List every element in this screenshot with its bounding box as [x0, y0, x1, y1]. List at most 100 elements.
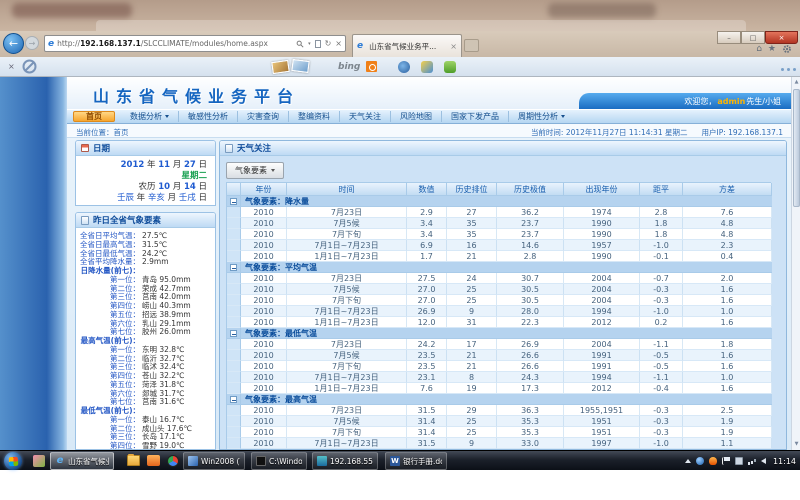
table-group-row[interactable]: 气象要素：最低气温: [227, 328, 770, 339]
new-tab-button[interactable]: [464, 39, 479, 52]
row-select-cell[interactable]: [227, 218, 241, 229]
collapse-icon[interactable]: [230, 396, 237, 403]
toolbar-addon-icon[interactable]: [444, 61, 456, 73]
close-button[interactable]: ×: [765, 31, 798, 44]
row-select-cell[interactable]: [227, 229, 241, 240]
row-select-cell[interactable]: [227, 361, 241, 372]
table-row[interactable]: 20107月23日24.21726.92004-1.11.8: [227, 339, 770, 350]
row-select-cell[interactable]: [227, 317, 241, 328]
table-row[interactable]: 20107月5候23.52126.61991-0.51.6: [227, 350, 770, 361]
table-row[interactable]: 20107月5候27.02530.52004-0.31.6: [227, 284, 770, 295]
browser-back-button[interactable]: ←: [3, 33, 24, 54]
row-select-cell[interactable]: [227, 284, 241, 295]
toolbar-overflow-icon[interactable]: [781, 68, 784, 71]
table-row[interactable]: 20101月1日~7月23日1.7212.81990-0.10.4: [227, 251, 770, 262]
row-select-cell[interactable]: [227, 416, 241, 427]
nav-item[interactable]: 风险地图: [391, 111, 442, 122]
taskbar-button[interactable]: C:\Windows\s...: [251, 452, 307, 470]
group-toggle-cell[interactable]: [227, 262, 241, 273]
tray-app-icon[interactable]: [696, 457, 704, 465]
nav-item[interactable]: 数据分析: [121, 111, 179, 122]
element-filter-button[interactable]: 气象要素: [226, 162, 284, 179]
nav-item[interactable]: 国家下发产品: [442, 111, 509, 122]
search-icon[interactable]: [296, 40, 304, 48]
table-header-cell[interactable]: 方差: [683, 183, 772, 196]
settings-gear-icon[interactable]: [782, 44, 792, 54]
row-select-cell[interactable]: [227, 427, 241, 438]
row-select-cell[interactable]: [227, 438, 241, 449]
tab-close-icon[interactable]: ×: [450, 42, 457, 51]
volume-icon[interactable]: [761, 458, 766, 464]
tab-title[interactable]: 山东省气候业务平...: [369, 41, 447, 52]
maximize-button[interactable]: □: [741, 31, 765, 44]
collapse-icon[interactable]: [230, 330, 237, 337]
bing-logo[interactable]: bing: [338, 62, 360, 72]
table-row[interactable]: 20107月下旬31.42535.31951-0.31.9: [227, 427, 770, 438]
nav-item[interactable]: 首页: [73, 111, 115, 122]
row-select-cell[interactable]: [227, 240, 241, 251]
row-select-cell[interactable]: [227, 273, 241, 284]
stop-icon[interactable]: ×: [335, 39, 342, 48]
row-select-cell[interactable]: [227, 339, 241, 350]
row-select-cell[interactable]: [227, 306, 241, 317]
toolbar-image-icon[interactable]: [291, 59, 309, 73]
table-row[interactable]: 20107月23日31.52936.31955,1951-0.32.5: [227, 405, 770, 416]
action-center-flag-icon[interactable]: [722, 457, 730, 465]
bing-app-icon[interactable]: [366, 61, 377, 72]
quick-launch-icon[interactable]: [33, 455, 45, 467]
nav-item[interactable]: 整编资料: [289, 111, 340, 122]
explorer-folder-icon[interactable]: [127, 455, 140, 466]
compatibility-view-icon[interactable]: [315, 40, 321, 48]
table-group-row[interactable]: 气象要素：平均气温: [227, 262, 770, 273]
collapse-icon[interactable]: [230, 264, 237, 271]
browser-forward-button[interactable]: →: [25, 36, 39, 50]
taskbar-clock[interactable]: 11:14: [771, 457, 796, 466]
toolbar-addon-icon[interactable]: [421, 61, 433, 73]
table-row[interactable]: 20107月5候31.42535.31951-0.31.9: [227, 416, 770, 427]
select-all-cell[interactable]: [227, 183, 241, 196]
addon-disabled-icon[interactable]: [22, 59, 37, 74]
scroll-down-icon[interactable]: ▼: [793, 440, 800, 449]
table-header-cell[interactable]: 数值: [407, 183, 447, 196]
table-group-row[interactable]: 气象要素：降水量: [227, 196, 770, 207]
display-icon[interactable]: [735, 457, 743, 465]
table-header-cell[interactable]: 历史极值: [497, 183, 564, 196]
show-hidden-icons-icon[interactable]: [685, 459, 691, 463]
nav-item[interactable]: 敏感性分析: [179, 111, 238, 122]
home-icon[interactable]: ⌂: [756, 44, 762, 54]
group-toggle-cell[interactable]: [227, 328, 241, 339]
taskbar-button[interactable]: Win2008 (VS2...: [183, 452, 245, 470]
refresh-icon[interactable]: ↻: [325, 39, 332, 48]
table-header-cell[interactable]: 历史排位: [447, 183, 497, 196]
addon-bar-close-icon[interactable]: ×: [8, 62, 15, 71]
row-select-cell[interactable]: [227, 372, 241, 383]
table-row[interactable]: 20107月23日2.92736.219742.87.6: [227, 207, 770, 218]
table-group-row[interactable]: 气象要素：最高气温: [227, 394, 770, 405]
table-row[interactable]: 20107月1日~7月23日23.1824.31994-1.11.0: [227, 372, 770, 383]
row-select-cell[interactable]: [227, 251, 241, 262]
url-text[interactable]: http://192.168.137.1/SLCCLIMATE/modules/…: [57, 39, 296, 48]
taskbar-button[interactable]: W银行手册.docx ...: [385, 452, 447, 470]
tray-app-icon[interactable]: [709, 457, 717, 465]
taskbar-button[interactable]: e山东省气候业务...: [50, 452, 114, 470]
toolbar-addon-icon[interactable]: [398, 61, 410, 73]
address-dropdown-icon[interactable]: ▾: [308, 41, 311, 47]
pinned-app-icon[interactable]: [147, 455, 160, 466]
table-row[interactable]: 20101月1日~7月23日7.61917.32012-0.41.6: [227, 383, 770, 394]
row-select-cell[interactable]: [227, 405, 241, 416]
taskbar-button[interactable]: 192.168.55.99...: [312, 452, 378, 470]
table-row[interactable]: 20107月1日~7月23日26.9928.01994-1.01.0: [227, 306, 770, 317]
address-bar[interactable]: e http://192.168.137.1/SLCCLIMATE/module…: [44, 35, 346, 52]
table-row[interactable]: 20107月下旬3.43523.719901.84.8: [227, 229, 770, 240]
vertical-scrollbar[interactable]: ▲ ▼: [791, 77, 800, 450]
pinned-browser-icon[interactable]: [167, 455, 179, 467]
table-row[interactable]: 20107月1日~7月23日31.5933.01997-1.01.1: [227, 438, 770, 449]
group-toggle-cell[interactable]: [227, 196, 241, 207]
collapse-icon[interactable]: [230, 198, 237, 205]
browser-tab[interactable]: e 山东省气候业务平... ×: [352, 34, 462, 57]
table-row[interactable]: 20107月1日~7月23日6.91614.61957-1.02.3: [227, 240, 770, 251]
minimize-button[interactable]: –: [717, 31, 741, 44]
table-header-cell[interactable]: 出现年份: [564, 183, 640, 196]
toolbar-image-icon[interactable]: [271, 60, 290, 74]
scroll-up-icon[interactable]: ▲: [793, 78, 800, 87]
